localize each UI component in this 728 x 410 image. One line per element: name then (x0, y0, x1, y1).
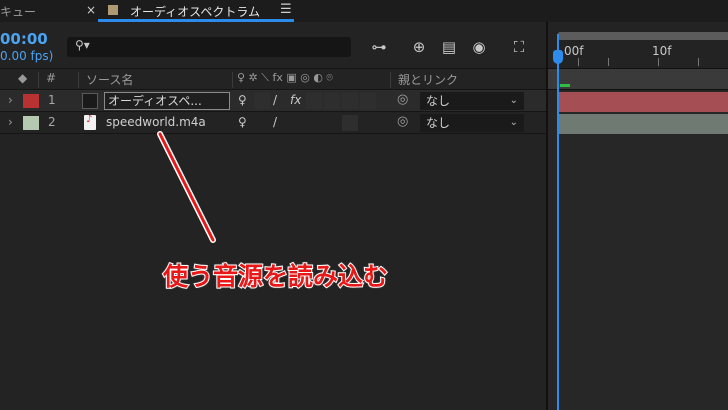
timeline-header-strip (548, 68, 728, 90)
adjustment-switch[interactable] (342, 115, 358, 131)
close-icon[interactable]: × (86, 3, 96, 17)
parent-link-header[interactable]: 親とリンク (398, 71, 458, 88)
quality-icon[interactable]: / (273, 115, 277, 129)
timeline-layer-panel: 00:00 0.00 fps) ⚲▾ ⊶ ⊕ ▤ ◉ ⛶ ◆ # ソース名 ♀ … (0, 22, 546, 410)
work-area-bar[interactable] (558, 32, 728, 40)
effects-icon[interactable]: fx (290, 93, 301, 107)
column-divider (78, 72, 79, 88)
layer-row-2[interactable]: › 2 speedworld.m4a ♀ / ◎ なし ⌄ (0, 112, 546, 134)
solid-layer-icon (82, 93, 98, 109)
chevron-down-icon: ⌄ (509, 95, 518, 106)
shy-icon[interactable]: ♀ (238, 115, 247, 129)
layer-column-headers: ◆ # ソース名 ♀ ✲ ⟍ fx ▣ ◎ ◐ ⌾ 親とリンク (0, 68, 546, 90)
switches-header[interactable]: ♀ ✲ ⟍ fx ▣ ◎ ◐ ⌾ (237, 71, 333, 85)
ruler-label-start: 00f (564, 44, 584, 58)
twirl-arrow-icon[interactable]: › (8, 115, 13, 129)
motion-blur-icon[interactable]: ◉ (468, 36, 490, 58)
parent-value: なし (426, 116, 451, 130)
layer-row-1[interactable]: › 1 オーディオスペ... ♀ / fx ◎ なし ⌄ (0, 90, 546, 112)
layer-name[interactable]: speedworld.m4a (106, 115, 206, 129)
adjustment-switch[interactable] (342, 93, 358, 109)
quality-icon[interactable]: / (273, 93, 277, 107)
twirl-arrow-icon[interactable]: › (8, 93, 13, 107)
frame-blend-switch[interactable] (306, 93, 322, 109)
time-ruler[interactable]: 00f 10f (548, 22, 728, 68)
layer-number-header[interactable]: # (46, 71, 56, 85)
tab-render-queue[interactable]: キュー (0, 3, 36, 20)
pick-whip-icon[interactable]: ◎ (397, 114, 408, 129)
layer-2-duration-bar[interactable] (558, 114, 728, 134)
composition-flowchart-icon[interactable]: ⊶ (368, 36, 390, 58)
graph-editor-icon[interactable]: ⛶ (508, 36, 530, 58)
chevron-down-icon: ⌄ (509, 117, 518, 128)
3d-layer-switch[interactable] (360, 93, 376, 109)
current-time-indicator[interactable] (557, 34, 559, 410)
draft-3d-icon[interactable]: ⊕ (408, 36, 430, 58)
panel-menu-icon[interactable]: ☰ (280, 2, 292, 17)
audio-file-icon (84, 114, 96, 130)
column-divider (390, 72, 391, 88)
playhead-handle[interactable] (553, 50, 563, 64)
panel-tab-bar: キュー × オーディオスペクトラム ☰ (0, 0, 728, 22)
frame-rate-readout: 0.00 fps) (0, 49, 54, 63)
layer-search-input[interactable]: ⚲▾ (67, 37, 351, 57)
column-divider (232, 72, 233, 88)
layer-1-duration-bar[interactable] (558, 92, 728, 112)
layer-label-color[interactable] (23, 94, 39, 108)
layer-name-field[interactable]: オーディオスペ... (104, 92, 230, 110)
column-divider (38, 72, 39, 88)
shy-icon[interactable]: ♀ (238, 93, 247, 107)
ruler-tick (578, 58, 579, 66)
layer-number: 2 (48, 115, 56, 129)
parent-value: なし (426, 94, 451, 108)
timeline-graph-area[interactable]: 00f 10f (546, 22, 728, 410)
composition-color-icon (108, 5, 118, 15)
parent-dropdown[interactable]: なし ⌄ (420, 92, 524, 110)
layer-label-color[interactable] (23, 116, 39, 130)
ruler-label-10f: 10f (652, 44, 672, 58)
composition-tab-title: オーディオスペクトラム (130, 5, 260, 19)
source-name-header[interactable]: ソース名 (86, 71, 133, 88)
annotation-caption: 使う音源を読み込む (162, 261, 389, 292)
label-column-icon[interactable]: ◆ (18, 71, 27, 85)
pick-whip-icon[interactable]: ◎ (397, 92, 408, 107)
search-icon: ⚲▾ (75, 38, 90, 52)
layer-number: 1 (48, 93, 56, 107)
cache-indicator (560, 84, 570, 87)
ruler-tick (698, 58, 699, 66)
empty-track-area (558, 135, 728, 410)
ruler-tick (658, 58, 659, 66)
frame-blending-icon[interactable]: ▤ (438, 36, 460, 58)
collapse-switch[interactable] (254, 93, 270, 109)
parent-dropdown[interactable]: なし ⌄ (420, 114, 524, 132)
motion-blur-switch[interactable] (324, 93, 340, 109)
current-timecode[interactable]: 00:00 (0, 30, 48, 48)
ruler-tick (608, 58, 609, 66)
